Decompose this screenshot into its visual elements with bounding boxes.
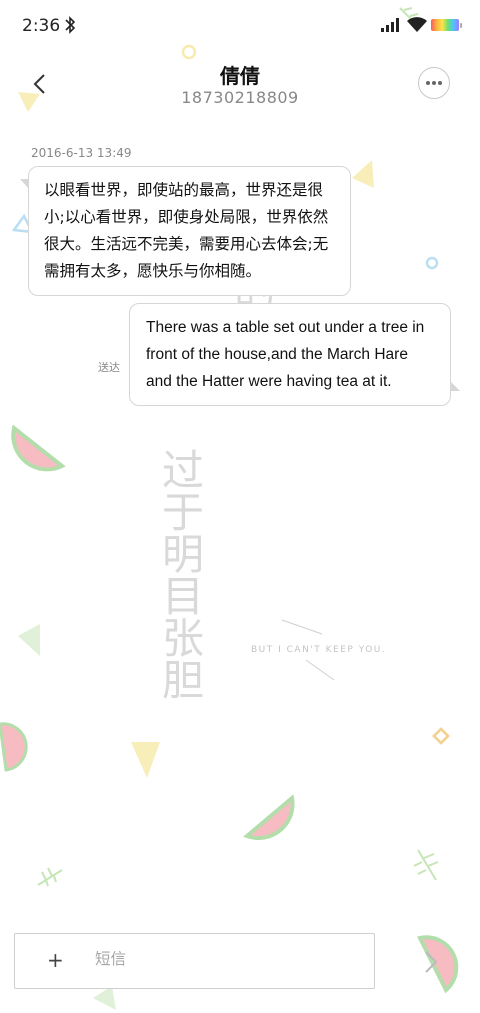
contact-number: 18730218809 (181, 88, 299, 107)
add-attachment-button[interactable]: + (47, 948, 64, 972)
bluetooth-icon (65, 16, 76, 34)
wifi-icon (407, 17, 427, 32)
wallpaper-vertical-text-1: 过于明目张胆 (156, 448, 205, 700)
signal-icon (381, 18, 399, 32)
more-dot-icon (438, 81, 442, 85)
delivery-status: 送达 (98, 361, 120, 374)
contact-name: 倩倩 (220, 64, 260, 88)
wallpaper-caption: BUT I CAN'T KEEP YOU. (251, 645, 386, 655)
status-time: 2:36 (22, 16, 61, 36)
incoming-message-bubble[interactable]: 以眼看世界，即使站的最高，世界还是很小;以心看世界，即使身处局限，世界依然很大。… (20, 166, 351, 296)
send-icon[interactable] (414, 934, 450, 990)
compose-bar: + (14, 933, 375, 989)
sms-input[interactable] (93, 949, 357, 969)
more-options-button[interactable] (418, 67, 450, 99)
status-bar: 2:36 (0, 0, 480, 52)
message-timestamp: 2016-6-13 13:49 (31, 146, 132, 160)
more-dot-icon (426, 81, 430, 85)
more-dot-icon (432, 81, 436, 85)
outgoing-message-bubble[interactable]: There was a table set out under a tree i… (129, 303, 460, 406)
battery-icon (431, 19, 462, 31)
